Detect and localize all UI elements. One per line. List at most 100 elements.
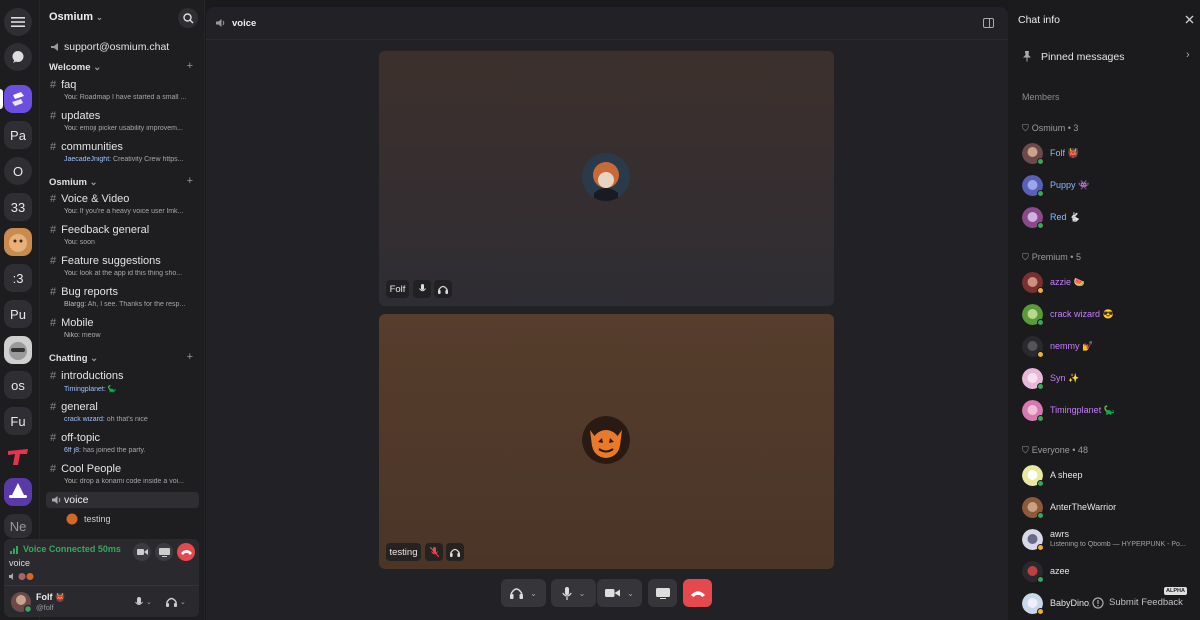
user-avatar[interactable] <box>10 591 32 613</box>
server-33[interactable]: 33 <box>4 193 32 221</box>
microphone-icon <box>135 596 143 605</box>
category-welcome[interactable]: Welcome ⌄ + <box>46 60 199 73</box>
deafen-toggle-button[interactable]: ⌄ <box>166 595 192 609</box>
category-osmium[interactable]: Osmium ⌄ + <box>46 175 199 188</box>
pinned-messages-row[interactable]: Pinned messages › <box>1008 44 1200 70</box>
channel-off-topic[interactable]: # off-topic 6ff j8: has joined the party. <box>46 431 199 459</box>
member-row[interactable]: A sheep <box>1022 465 1198 487</box>
channel-communities[interactable]: # communities JaecadeJnight: Creativity C… <box>46 140 199 168</box>
hash-icon: # <box>50 317 57 329</box>
osmium-logo-icon <box>12 92 24 106</box>
headphone-status-indicator <box>434 280 452 298</box>
add-channel-icon[interactable]: + <box>187 351 193 363</box>
chevron-down-icon: ⌄ <box>146 599 152 606</box>
shield-icon: ⛉ <box>1022 445 1029 455</box>
server-name-header[interactable]: Osmium ⌄ <box>49 11 103 23</box>
category-chatting[interactable]: Chatting ⌄ + <box>46 351 199 364</box>
activity-status: Listening to Qbomb — HYPERPUNK - Po... <box>1050 541 1186 548</box>
member-row[interactable]: crack wizard 😎 <box>1022 304 1198 326</box>
channel-general[interactable]: # general crack wizard: oh that's nice <box>46 400 199 428</box>
pin-icon <box>1023 51 1031 62</box>
screen-share-button[interactable] <box>155 543 173 561</box>
participant-tile-folf[interactable]: Folf <box>379 51 834 306</box>
member-row[interactable]: Puppy 👾 <box>1022 175 1198 197</box>
status-idle-icon <box>1037 608 1044 615</box>
deafen-control[interactable]: ⌄ <box>501 579 546 607</box>
hash-icon: # <box>50 286 57 298</box>
member-row[interactable]: AnterTheWarrior <box>1022 497 1198 519</box>
channel-voice-and-video[interactable]: # Voice & Video You: If you're a heavy vo… <box>46 192 199 220</box>
status-idle-icon <box>1037 351 1044 358</box>
member-row[interactable]: Syn ✨ <box>1022 368 1198 390</box>
member-row[interactable]: azzie 🍉 <box>1022 272 1198 294</box>
voice-member-testing[interactable]: testing <box>46 512 199 527</box>
channel-cool-people[interactable]: # Cool People You: drop a konami code ins… <box>46 462 199 490</box>
search-icon <box>182 12 193 23</box>
channel-voice[interactable]: voice <box>46 492 199 508</box>
mic-status-indicator <box>413 280 431 298</box>
add-channel-icon[interactable]: + <box>187 60 193 72</box>
screen-share-control[interactable] <box>648 579 677 607</box>
chat-info-panel: Chat info Pinned messages › Members ⛉ Osm… <box>1008 0 1200 620</box>
menu-button[interactable] <box>4 8 32 36</box>
server-pa[interactable]: Pa <box>4 121 32 149</box>
status-online-icon <box>1037 190 1044 197</box>
channel-mobile[interactable]: # Mobile Niko: meow <box>46 316 199 344</box>
support-channel[interactable]: support@osmium.chat <box>46 40 199 55</box>
channel-bug-reports[interactable]: # Bug reports Blargg: Ah, I see. Thanks f… <box>46 285 199 313</box>
chevron-down-icon: ⌄ <box>90 353 99 364</box>
status-online-icon <box>1037 415 1044 422</box>
server-osmium[interactable] <box>4 85 32 113</box>
signal-icon <box>10 546 18 554</box>
panel-toggle-icon[interactable] <box>983 18 994 28</box>
ogre-emoji: 👹 <box>55 593 65 602</box>
status-idle-icon <box>1037 544 1044 551</box>
chevron-down-icon: ⌄ <box>530 588 537 598</box>
channel-feature-suggestions[interactable]: # Feature suggestions You: look at the ap… <box>46 254 199 282</box>
submit-feedback-button[interactable]: Submit Feedback <box>1090 594 1200 612</box>
channel-faq[interactable]: # faq You: Roadmap I have started a small… <box>46 78 199 106</box>
add-channel-icon[interactable]: + <box>187 175 193 187</box>
channel-feedback-general[interactable]: # Feedback general You: soon <box>46 223 199 251</box>
selected-server-indicator <box>0 89 3 109</box>
member-row[interactable]: Folf 👹 <box>1022 143 1198 165</box>
server-raccoon-avatar[interactable] <box>4 336 32 364</box>
megaphone-icon <box>51 43 58 51</box>
server-o[interactable]: O <box>4 157 32 185</box>
participant-tile-testing[interactable]: testing <box>379 314 834 569</box>
member-row[interactable]: Timingplanet 🦕 <box>1022 400 1198 422</box>
member-row[interactable]: awrs Listening to Qbomb — HYPERPUNK - Po… <box>1022 529 1198 551</box>
channel-updates[interactable]: # updates You: emoji picker usability imp… <box>46 109 199 137</box>
mute-toggle-button[interactable]: ⌄ <box>135 595 159 609</box>
search-button[interactable] <box>178 8 198 28</box>
member-row[interactable]: Red 🐇 <box>1022 207 1198 229</box>
camera-toggle-button[interactable] <box>133 543 151 561</box>
server-fu[interactable]: Fu <box>4 407 32 435</box>
server-red-logo[interactable] <box>4 443 32 471</box>
headphones-icon <box>510 588 524 599</box>
close-icon[interactable] <box>1185 15 1194 24</box>
microphone-control[interactable]: ⌄ <box>551 579 596 607</box>
video-camera-icon <box>136 549 148 555</box>
direct-messages-button[interactable] <box>4 43 32 71</box>
chevron-down-icon: ⌄ <box>627 588 634 598</box>
camera-control[interactable]: ⌄ <box>597 579 642 607</box>
chat-bubble-icon <box>12 51 24 63</box>
microphone-icon <box>561 586 572 600</box>
leave-call-button[interactable] <box>683 579 712 607</box>
voice-stage: voice Folf testing ⌄ ⌄ ⌄ <box>206 7 1008 620</box>
disconnect-button[interactable] <box>177 543 195 561</box>
hamburger-icon <box>11 17 25 27</box>
server-wizard-avatar[interactable] <box>4 478 32 506</box>
server-colon3[interactable]: :3 <box>4 264 32 292</box>
member-row[interactable]: azee <box>1022 561 1198 583</box>
member-row[interactable]: nemmy 💅 <box>1022 336 1198 358</box>
server-os[interactable]: os <box>4 371 32 399</box>
channel-title: voice <box>232 18 257 29</box>
server-ne[interactable]: Ne <box>4 514 32 538</box>
status-idle-icon <box>1037 287 1044 294</box>
server-pu[interactable]: Pu <box>4 300 32 328</box>
server-cat-avatar[interactable] <box>4 228 32 256</box>
channel-introductions[interactable]: # introductions Timingplanet: 🦕 <box>46 369 199 397</box>
screen-share-icon <box>655 587 670 599</box>
